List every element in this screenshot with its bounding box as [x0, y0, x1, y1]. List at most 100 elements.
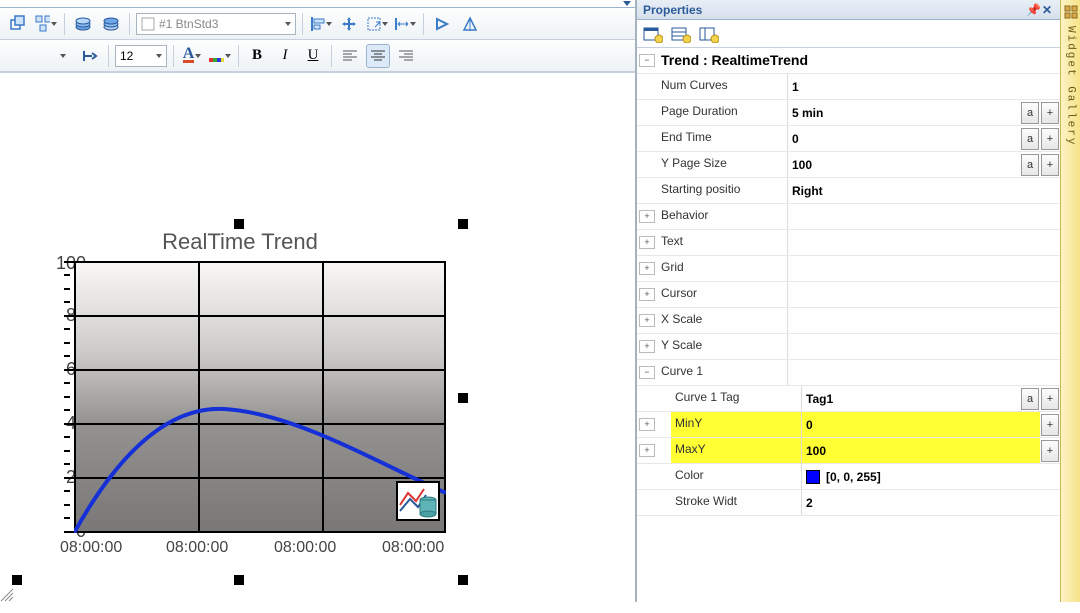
- insert-field-button[interactable]: [78, 44, 102, 68]
- object-select-text: #1 BtnStd3: [159, 17, 218, 31]
- properties-grid[interactable]: − Trend : RealtimeTrend Num Curves1 Page…: [637, 48, 1060, 602]
- prop-row-y-page-size[interactable]: Y Page Size100a+: [637, 152, 1060, 178]
- expand-icon[interactable]: +: [639, 444, 655, 457]
- editor-pane: #1 BtnStd3 12 A B I U: [0, 0, 636, 602]
- collapse-icon[interactable]: −: [639, 366, 655, 379]
- duplicate-button[interactable]: [6, 12, 30, 36]
- collapse-icon[interactable]: −: [639, 54, 655, 67]
- widget-gallery-tab[interactable]: Widget Gallery: [1060, 0, 1080, 602]
- prop-row-stroke-width[interactable]: Stroke Widt2: [637, 490, 1060, 516]
- right-dock: Properties 📌 ✕ − Trend : RealtimeTrend N…: [636, 0, 1080, 602]
- distribute-button[interactable]: [34, 12, 58, 36]
- widget-gallery-label: Widget Gallery: [1065, 26, 1077, 146]
- prop-group-behavior[interactable]: +Behavior: [637, 204, 1060, 230]
- prop-row-color[interactable]: Color[0, 0, 255]: [637, 464, 1060, 490]
- prop-row-maxy[interactable]: +MaxY100+: [637, 438, 1060, 464]
- align-center-button[interactable]: [366, 44, 390, 68]
- text-dropdown-button[interactable]: [50, 44, 74, 68]
- prop-row-miny[interactable]: +MinY0+: [637, 412, 1060, 438]
- add-button[interactable]: +: [1041, 102, 1059, 124]
- prop-group-y-scale[interactable]: +Y Scale: [637, 334, 1060, 360]
- prop-object-header: − Trend : RealtimeTrend: [637, 48, 1060, 74]
- design-canvas[interactable]: RealTime Trend 100 80 60 40 20 0: [0, 72, 635, 602]
- x-tick-label: 08:00:00: [166, 539, 228, 557]
- move-button[interactable]: [337, 12, 361, 36]
- selection-handle[interactable]: [12, 575, 22, 585]
- prop-row-end-time[interactable]: End Time0a+: [637, 126, 1060, 152]
- bold-button[interactable]: B: [245, 44, 269, 68]
- trend-title: RealTime Trend: [16, 229, 464, 255]
- selection-handle[interactable]: [458, 393, 468, 403]
- stack-back-button[interactable]: [71, 12, 95, 36]
- italic-button[interactable]: I: [273, 44, 297, 68]
- prop-row-curve1-tag[interactable]: Curve 1 TagTag1a+: [637, 386, 1060, 412]
- add-button[interactable]: +: [1041, 388, 1059, 410]
- gallery-icon: [1063, 4, 1079, 20]
- expand-icon[interactable]: +: [639, 262, 655, 275]
- properties-header[interactable]: Properties 📌 ✕: [637, 0, 1060, 20]
- selection-handle[interactable]: [234, 219, 244, 229]
- prop-view1-icon[interactable]: [643, 25, 663, 43]
- properties-panel: Properties 📌 ✕ − Trend : RealtimeTrend N…: [636, 0, 1060, 602]
- add-button[interactable]: +: [1041, 154, 1059, 176]
- resize-button[interactable]: [365, 12, 389, 36]
- trend-curve: [74, 261, 446, 533]
- run-button[interactable]: [430, 12, 454, 36]
- expand-icon[interactable]: +: [639, 418, 655, 431]
- prop-group-x-scale[interactable]: +X Scale: [637, 308, 1060, 334]
- prop-group-cursor[interactable]: +Cursor: [637, 282, 1060, 308]
- trend-datasource-icon[interactable]: [396, 481, 440, 521]
- attach-button[interactable]: a: [1021, 128, 1039, 150]
- pane-top-strip: [0, 0, 635, 8]
- expand-icon[interactable]: +: [639, 210, 655, 223]
- close-icon[interactable]: ✕: [1040, 3, 1054, 17]
- prop-row-page-duration[interactable]: Page Duration5 mina+: [637, 100, 1060, 126]
- object-select-combo[interactable]: #1 BtnStd3: [136, 13, 296, 35]
- font-size-value: 12: [120, 49, 133, 63]
- dropdown-indicator-icon[interactable]: [623, 1, 631, 6]
- expand-icon[interactable]: +: [639, 340, 655, 353]
- attach-button[interactable]: a: [1021, 388, 1039, 410]
- selection-handle[interactable]: [234, 575, 244, 585]
- prop-group-text[interactable]: +Text: [637, 230, 1060, 256]
- resize-grip-icon[interactable]: [0, 588, 14, 602]
- pin-icon[interactable]: 📌: [1026, 3, 1040, 17]
- palette-button[interactable]: [208, 44, 232, 68]
- x-tick-label: 08:00:00: [274, 539, 336, 557]
- toolbar-text: 12 A B I U: [0, 40, 635, 72]
- align-right-button[interactable]: [394, 44, 418, 68]
- x-tick-label: 08:00:00: [382, 539, 444, 557]
- prop-group-curve1[interactable]: −Curve 1: [637, 360, 1060, 386]
- prop-group-grid[interactable]: +Grid: [637, 256, 1060, 282]
- trend-widget[interactable]: RealTime Trend 100 80 60 40 20 0: [16, 223, 464, 613]
- attach-button[interactable]: a: [1021, 154, 1039, 176]
- selection-handle[interactable]: [458, 219, 468, 229]
- align-left-obj-button[interactable]: [309, 12, 333, 36]
- add-button[interactable]: +: [1041, 414, 1059, 436]
- align-left-button[interactable]: [338, 44, 362, 68]
- properties-toolbar: [637, 20, 1060, 48]
- selection-handle[interactable]: [458, 575, 468, 585]
- toolbar-objects: #1 BtnStd3: [0, 8, 635, 40]
- flip-button[interactable]: [458, 12, 482, 36]
- prop-row-num-curves[interactable]: Num Curves1: [637, 74, 1060, 100]
- color-swatch[interactable]: [806, 470, 820, 484]
- object-icon: [141, 17, 155, 31]
- expand-icon[interactable]: +: [639, 314, 655, 327]
- expand-icon[interactable]: +: [639, 288, 655, 301]
- add-button[interactable]: +: [1041, 128, 1059, 150]
- font-color-button[interactable]: A: [180, 44, 204, 68]
- spacing-h-button[interactable]: [393, 12, 417, 36]
- font-size-combo[interactable]: 12: [115, 45, 167, 67]
- attach-button[interactable]: a: [1021, 102, 1039, 124]
- properties-title: Properties: [643, 3, 702, 17]
- x-tick-label: 08:00:00: [60, 539, 122, 557]
- add-button[interactable]: +: [1041, 440, 1059, 462]
- expand-icon[interactable]: +: [639, 236, 655, 249]
- stack-front-button[interactable]: [99, 12, 123, 36]
- prop-view3-icon[interactable]: [699, 25, 719, 43]
- prop-object-name: Trend : RealtimeTrend: [657, 48, 1060, 73]
- prop-row-starting-position[interactable]: Starting positioRight: [637, 178, 1060, 204]
- underline-button[interactable]: U: [301, 44, 325, 68]
- prop-view2-icon[interactable]: [671, 25, 691, 43]
